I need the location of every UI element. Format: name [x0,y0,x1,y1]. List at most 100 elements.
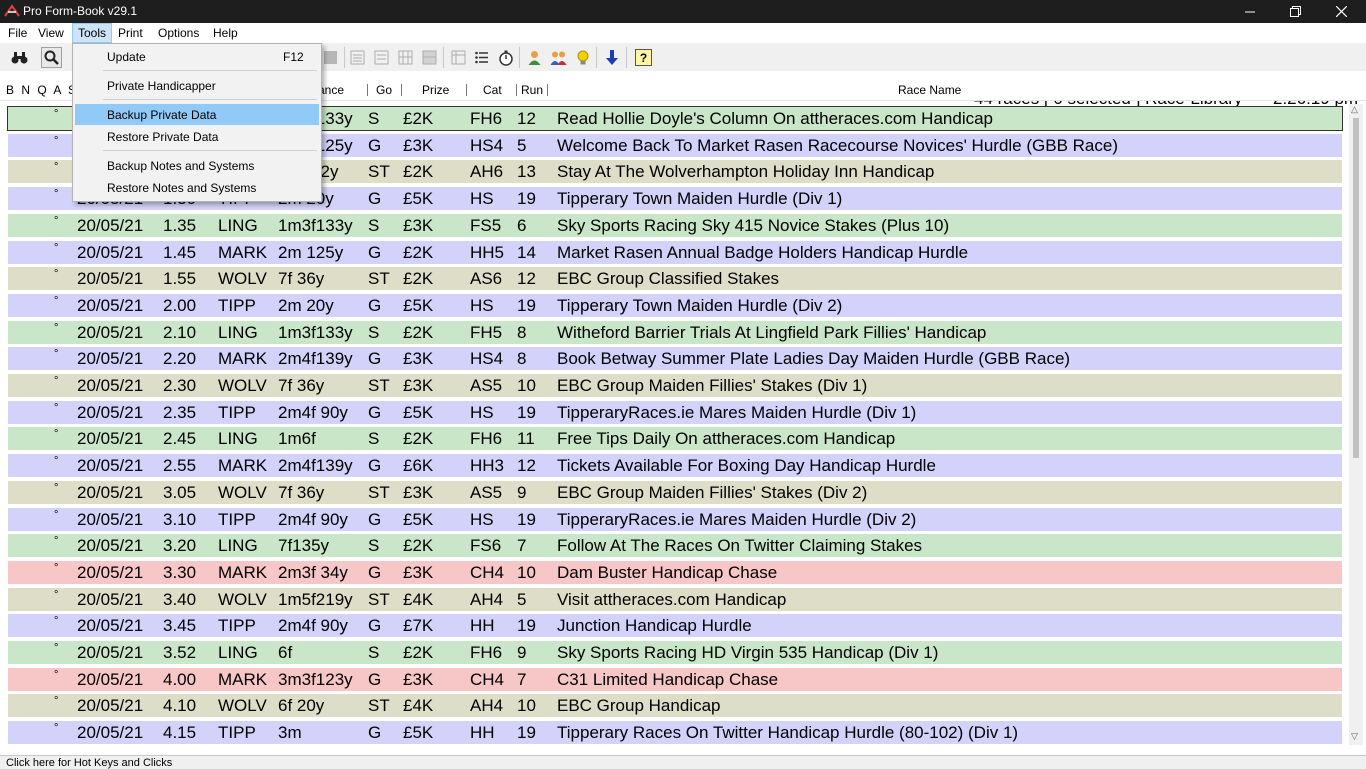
cell-course: MARK [218,563,268,582]
table-row[interactable]: ° 20/05/21 1.45 MARK 2m 125y G £2K HH5 14 Market … [8,241,1342,264]
table-row[interactable]: ° 20/05/21 3.45 TIPP 2m4f 90y G £7K HH 19 Junctio… [8,614,1342,637]
scroll-down-icon[interactable]: ▽ [1351,731,1358,742]
minimize-button[interactable] [1227,0,1273,23]
menu-tools[interactable]: Tools [72,23,113,43]
cell-time: 2.10 [163,323,197,342]
table-row[interactable]: ° 20/05/21 2.45 LING 1m6f S £2K FH6 11 Free Tips … [8,427,1342,450]
binoculars-button[interactable] [9,47,30,68]
menu-item-update[interactable]: Update F12 [75,46,319,67]
title-bar: Pro Form-Book v29.1 [0,0,1366,23]
table-row[interactable]: ° 20/05/21 3.05 WOLV 7f 36y ST £3K AS5 9 EBC Grou… [8,481,1342,504]
help-button[interactable]: ? [633,47,654,68]
column-run[interactable]: Run [521,83,543,97]
cell-prize: £5K [403,403,434,422]
people-button[interactable] [548,47,569,68]
toolbar-button-list-1[interactable] [347,47,368,68]
table-row[interactable]: ° 20/05/21 3.30 MARK 2m3f 34y G £3K CH4 10 Dam Bu… [8,561,1342,584]
toolbar-button-list-2[interactable] [371,47,392,68]
cell-distance: 3m3f123y [278,670,353,689]
cell-going: S [368,536,380,555]
table-row[interactable]: ° 20/05/21 4.00 MARK 3m3f123y G £3K CH4 7 C31 Lim… [8,668,1342,691]
cell-course: LING [218,536,258,555]
table-row[interactable]: ° 20/05/21 1.35 LING 1m3f133y S £3K FS5 6 Sky Spo… [8,214,1342,237]
cell-distance: 2m4f 90y [278,616,348,635]
table-row[interactable]: ° 20/05/21 2.35 TIPP 2m4f 90y G £5K HS 19 Tippera… [8,401,1342,424]
cell-prize: £2K [403,243,434,262]
cell-race-name: Tipperary Races On Twitter Handicap Hurd… [557,723,1019,742]
cell-time: 4.10 [163,696,197,715]
cell-prize: £2K [403,536,434,555]
row-marker: ° [54,509,59,521]
cell-time: 3.45 [163,616,197,635]
column-cat[interactable]: Cat [483,83,502,97]
menu-item-backup-notes[interactable]: Backup Notes and Systems [75,155,319,176]
toolbar-button-grid-2[interactable] [395,47,416,68]
search-button[interactable] [41,47,62,68]
table-row[interactable]: ° 20/05/21 2.30 WOLV 7f 36y ST £3K AS5 10 EBC Gro… [8,374,1342,397]
scroll-up-icon[interactable]: △ [1351,104,1358,115]
cell-date: 20/05/21 [77,376,144,395]
table-row[interactable]: ° 20/05/21 4.15 TIPP 3m G £5K HH 19 Tipperary Rac… [8,721,1342,744]
cell-date: 20/05/21 [77,349,144,368]
list-icon [374,50,389,65]
cell-cat: FS5 [470,216,502,235]
table-row[interactable]: ° 20/05/21 3.20 LING 7f135y S £2K FS6 7 Follow At… [8,534,1342,557]
cell-date: 20/05/21 [77,456,144,475]
column-race-name[interactable]: Race Name [898,83,961,97]
cell-time: 3.20 [163,536,197,555]
toolbar-button-grid-3[interactable] [419,47,440,68]
table-row[interactable]: ° 20/05/21 1.55 WOLV 7f 36y ST £2K AS6 12 EBC Gro… [8,267,1342,290]
cell-run: 10 [517,376,536,395]
cell-race-name: Free Tips Daily On attheraces.com Handic… [557,429,896,448]
cell-run: 14 [517,243,536,262]
cell-cat: HS4 [470,349,504,368]
table-row[interactable]: ° 20/05/21 4.10 WOLV 6f 20y ST £4K AH4 10 EBC Gro… [8,694,1342,717]
menu-help[interactable]: Help [208,23,243,43]
restore-button[interactable] [1272,0,1318,23]
table-row[interactable]: ° 20/05/21 2.55 MARK 2m4f139y G £6K HH3 12 Ticket… [8,454,1342,477]
cell-date: 20/05/21 [77,616,144,635]
cell-run: 12 [517,269,536,288]
cell-course: LING [218,429,258,448]
table-row[interactable]: ° 20/05/21 3.40 WOLV 1m5f219y ST £4K AH4 5 Visit … [8,588,1342,611]
toolbar-button-list-3[interactable] [471,47,492,68]
menu-file[interactable]: File [3,23,32,43]
table-row[interactable]: ° 20/05/21 2.20 MARK 2m4f139y G £3K HS4 8 Book Be… [8,347,1342,370]
cell-distance: 6f [278,643,293,662]
menu-options[interactable]: Options [153,23,204,43]
vertical-scrollbar[interactable]: △ ▽ [1349,104,1363,745]
table-row[interactable]: ° 20/05/21 3.52 LING 6f S £2K FH6 9 Sky Sports Ra… [8,641,1342,664]
table-row[interactable]: ° 20/05/21 2.10 LING 1m3f133y S £2K FH5 8 Withefo… [8,321,1342,344]
menu-item-private-handicapper[interactable]: Private Handicapper [75,75,319,96]
menu-item-backup-private-data[interactable]: Backup Private Data [75,104,319,125]
cell-race-name: Witheford Barrier Trials At Lingfield Pa… [557,323,987,342]
column-flags[interactable]: B N Q A S [6,83,78,97]
menu-item-restore-private-data[interactable]: Restore Private Data [75,126,319,147]
table-row[interactable]: ° 20/05/21 2.00 TIPP 2m 20y G £5K HS 19 Tipperary… [8,294,1342,317]
folder-icon [451,50,466,65]
lightbulb-button[interactable] [572,47,593,68]
cell-course: TIPP [218,510,256,529]
cell-race-name: C31 Limited Handicap Chase [557,670,779,689]
menu-print[interactable]: Print [113,23,148,43]
toolbar-button-grid[interactable] [320,47,341,68]
scroll-thumb[interactable] [1353,118,1359,458]
hot-keys-hint[interactable]: Click here for Hot Keys and Clicks [6,757,172,769]
menu-item-restore-notes[interactable]: Restore Notes and Systems [75,177,319,198]
person-button[interactable] [524,47,545,68]
column-going[interactable]: Go [376,83,392,97]
close-button[interactable] [1318,0,1364,23]
stopwatch-button[interactable] [495,47,516,68]
cell-time: 3.30 [163,563,197,582]
cell-course: WOLV [218,483,267,502]
grid-icon [422,50,437,65]
cell-distance: 1m3f133y [278,216,353,235]
cell-cat: HS [470,403,494,422]
column-prize[interactable]: Prize [422,83,449,97]
table-row[interactable]: ° 20/05/21 3.10 TIPP 2m4f 90y G £5K HS 19 Tippera… [8,508,1342,531]
cell-course: LING [218,323,258,342]
row-marker: ° [54,722,59,734]
down-arrow-button[interactable] [601,47,622,68]
toolbar-button-folder[interactable] [448,47,469,68]
menu-view[interactable]: View [33,23,69,43]
